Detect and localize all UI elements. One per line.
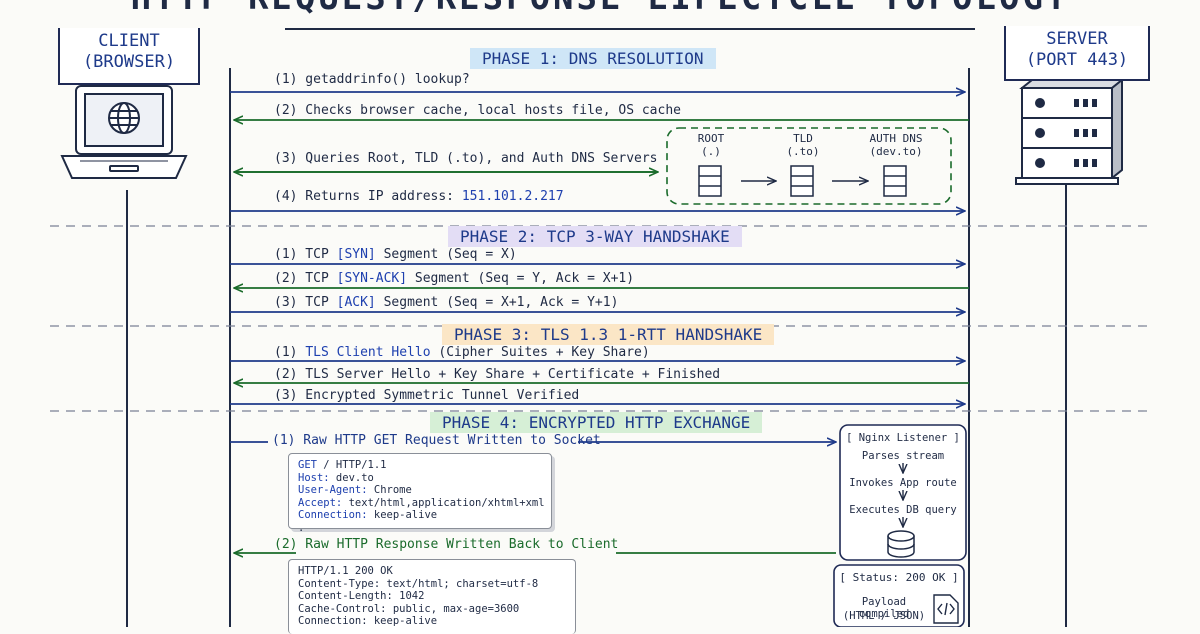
tcp-msg-2: (2) TCP [SYN-ACK] Segment (Seq = Y, Ack … [274,271,634,286]
database-icon [887,530,915,558]
client-label: CLIENT [98,31,160,51]
request-header-value: . [298,521,305,534]
dns-msg-4-prefix: (4) Returns IP address: [274,189,455,204]
status-title: [ Status: 200 OK ] [839,571,959,584]
request-header-value: keep-alive [367,509,438,521]
dns-msg-2: (2) Checks browser cache, local hosts fi… [274,103,681,118]
auth-subtitle: (dev.to) [869,145,923,158]
request-header-key: Host: [298,471,330,484]
response-line: Content-Type: text/html; charset=utf-8 [298,577,539,590]
tcp-msg-1: (1) TCP [SYN] Segment (Seq = X) [274,247,517,262]
server-label: SERVER [1046,29,1108,49]
request-header-key: User-Agent: [298,484,368,496]
request-header-key: Connection: [298,509,368,521]
auth-server-icon [883,165,907,197]
nginx-step-db: Executes DB query [849,504,957,516]
resolved-ip: 151.101.2.217 [461,189,564,204]
nginx-step-parse: Parses stream [861,450,945,462]
server-rack-icon [1015,77,1125,185]
phase-4-header: PHASE 4: ENCRYPTED HTTP EXCHANGE [430,412,763,433]
tld-subtitle: (.to) [786,145,820,158]
http-response-label: (2) Raw HTTP Response Written Back to Cl… [274,537,619,552]
response-line: Cache-Control: public, max-age=3600 [298,602,520,615]
http-request-code: GET / HTTP/1.1 Host: dev.to User-Agent: Ch… [288,453,552,534]
tls-msg-1: (1) TLS Client Hello (Cipher Suites + Ke… [274,345,650,360]
http-request-label: (1) Raw HTTP GET Request Written to Sock… [272,433,601,448]
auth-label: AUTH DNS (dev.to) [860,132,932,158]
syn-flag: [SYN] [336,247,376,262]
tld-server-icon [790,165,814,197]
phase-1-header: PHASE 1: DNS RESOLUTION [470,48,716,69]
phase-2-header: PHASE 2: TCP 3-WAY HANDSHAKE [448,226,742,247]
syn-ack-flag: [SYN-ACK] [336,271,408,286]
tld-label: TLD (.to) [778,132,828,158]
tls-msg-2: (2) TLS Server Hello + Key Share + Certi… [274,367,721,382]
request-header-value: / HTTP/1.1 [316,459,387,471]
request-line: Accept: text/html,application/xhtml+xml [298,496,545,510]
root-title: ROOT [697,132,725,145]
tcp-msg-3-pre: (3) TCP [274,295,329,310]
http-response-code: HTTP/1.1 200 OK Content-Type: text/html; … [288,559,576,634]
request-line: GET / HTTP/1.1 [298,459,542,472]
tcp-msg-1-post: Segment (Seq = X) [383,247,517,262]
nginx-listener-box [839,424,967,561]
tls-msg-3: (3) Encrypted Symmetric Tunnel Verified [274,388,580,403]
request-header-key: GET [298,459,317,471]
diagram-canvas [50,68,1150,627]
laptop-icon [60,85,188,179]
request-header-value: Chrome [367,484,412,496]
tls-client-hello: TLS Client Hello [305,345,431,360]
tcp-msg-3: (3) TCP [ACK] Segment (Seq = X+1, Ack = … [274,295,618,310]
request-line: . [298,522,542,535]
tls-msg-1-post: (Cipher Suites + Key Share) [438,345,650,360]
response-line: Content-Length: 1042 [298,590,425,602]
response-line: Connection: keep-alive [298,615,438,627]
phase-3-header: PHASE 3: TLS 1.3 1-RTT HANDSHAKE [442,324,775,345]
root-subtitle: (.) [701,145,721,158]
dns-msg-3: (3) Queries Root, TLD (.to), and Auth DN… [274,151,658,166]
dns-msg-1: (1) getaddrinfo() lookup? [274,72,470,87]
client-actor-box: CLIENT (BROWSER) [58,28,200,85]
tcp-msg-2-pre: (2) TCP [274,271,329,286]
nginx-title: [ Nginx Listener ] [846,432,960,444]
tld-title: TLD [793,132,813,145]
tcp-msg-1-pre: (1) TCP [274,247,329,262]
root-label: ROOT (.) [686,132,736,158]
ack-flag: [ACK] [336,295,376,310]
tls-msg-1-num: (1) [274,345,298,360]
request-line: Host: dev.to [298,472,542,485]
code-file-icon [933,594,959,624]
request-header-value: text/html,application/xhtml+xml [342,496,545,509]
auth-title: AUTH DNS [869,132,923,145]
status-payload-line2: (HTML / JSON) [842,610,926,622]
server-sublabel: (PORT 443) [1025,50,1129,70]
request-header-value: dev.to [329,471,374,484]
response-line: HTTP/1.1 200 OK [298,565,393,577]
request-header-key: Accept: [298,496,343,509]
dns-msg-4: (4) Returns IP address: 151.101.2.217 [274,189,564,204]
request-line: Connection: keep-alive [298,509,542,522]
nginx-step-route: Invokes App route [849,477,957,489]
request-line: User-Agent: Chrome [298,484,542,497]
server-actor-box: SERVER (PORT 443) [1004,26,1150,81]
tcp-msg-2-post: Segment (Seq = Y, Ack = X+1) [414,271,635,286]
client-sublabel: (BROWSER) [82,52,176,72]
root-server-icon [698,165,722,197]
tcp-msg-3-post: Segment (Seq = X+1, Ack = Y+1) [383,295,619,310]
